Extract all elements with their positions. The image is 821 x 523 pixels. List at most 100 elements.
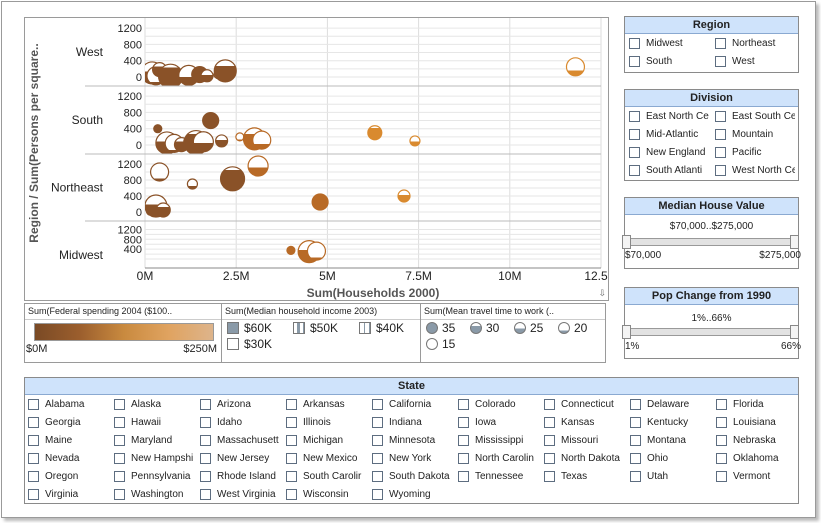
state-checkbox-kentucky[interactable]: Kentucky (630, 417, 713, 428)
state-checkbox-iowa[interactable]: Iowa (458, 417, 541, 428)
checkbox-box[interactable] (28, 417, 39, 428)
checkbox-box[interactable] (372, 453, 383, 464)
checkbox-box[interactable] (114, 399, 125, 410)
checkbox-box[interactable] (544, 471, 555, 482)
state-checkbox-michigan[interactable]: Michigan (286, 435, 369, 446)
checkbox-box[interactable] (200, 399, 211, 410)
state-checkbox-nebraska[interactable]: Nebraska (716, 435, 799, 446)
checkbox-box[interactable] (458, 471, 469, 482)
division-checkbox-east-south-ce[interactable]: East South Ce (715, 111, 795, 122)
state-checkbox-massachusett[interactable]: Massachusett (200, 435, 283, 446)
checkbox-box[interactable] (200, 489, 211, 500)
scatter-chart[interactable]: Region / Sum(Persons per square.. West 120… (24, 17, 618, 301)
house-value-slider-track[interactable] (627, 238, 796, 246)
checkbox-box[interactable] (629, 111, 640, 122)
checkbox-box[interactable] (458, 399, 469, 410)
state-checkbox-maine[interactable]: Maine (28, 435, 111, 446)
state-checkbox-hawaii[interactable]: Hawaii (114, 417, 197, 428)
checkbox-box[interactable] (372, 489, 383, 500)
division-checkbox-south-atlanti[interactable]: South Atlanti (629, 165, 709, 176)
state-checkbox-new-york[interactable]: New York (372, 453, 455, 464)
checkbox-box[interactable] (629, 38, 640, 49)
checkbox-box[interactable] (544, 417, 555, 428)
state-checkbox-oklahoma[interactable]: Oklahoma (716, 453, 799, 464)
checkbox-box[interactable] (372, 399, 383, 410)
checkbox-box[interactable] (286, 489, 297, 500)
checkbox-box[interactable] (629, 56, 640, 67)
checkbox-box[interactable] (715, 147, 726, 158)
state-checkbox-north-carolin[interactable]: North Carolin (458, 453, 541, 464)
state-checkbox-texas[interactable]: Texas (544, 471, 627, 482)
state-checkbox-delaware[interactable]: Delaware (630, 399, 713, 410)
state-checkbox-georgia[interactable]: Georgia (28, 417, 111, 428)
checkbox-box[interactable] (286, 399, 297, 410)
state-checkbox-arizona[interactable]: Arizona (200, 399, 283, 410)
checkbox-box[interactable] (715, 129, 726, 140)
state-checkbox-maryland[interactable]: Maryland (114, 435, 197, 446)
checkbox-box[interactable] (200, 471, 211, 482)
checkbox-box[interactable] (630, 453, 641, 464)
checkbox-box[interactable] (715, 56, 726, 67)
region-checkbox-northeast[interactable]: Northeast (715, 38, 797, 49)
checkbox-box[interactable] (544, 399, 555, 410)
state-checkbox-indiana[interactable]: Indiana (372, 417, 455, 428)
division-checkbox-west-north-ce[interactable]: West North Ce (715, 165, 795, 176)
state-checkbox-wyoming[interactable]: Wyoming (372, 489, 455, 500)
chart-svg[interactable]: Region / Sum(Persons per square.. West 120… (25, 18, 618, 300)
checkbox-box[interactable] (28, 435, 39, 446)
checkbox-box[interactable] (28, 489, 39, 500)
checkbox-box[interactable] (286, 471, 297, 482)
state-checkbox-washington[interactable]: Washington (114, 489, 197, 500)
state-checkbox-minnesota[interactable]: Minnesota (372, 435, 455, 446)
state-checkbox-rhode-island[interactable]: Rhode Island (200, 471, 283, 482)
state-checkbox-nevada[interactable]: Nevada (28, 453, 111, 464)
state-checkbox-louisiana[interactable]: Louisiana (716, 417, 799, 428)
checkbox-box[interactable] (715, 165, 726, 176)
checkbox-box[interactable] (544, 435, 555, 446)
state-checkbox-vermont[interactable]: Vermont (716, 471, 799, 482)
checkbox-box[interactable] (630, 471, 641, 482)
checkbox-box[interactable] (629, 129, 640, 140)
checkbox-box[interactable] (286, 453, 297, 464)
state-checkbox-idaho[interactable]: Idaho (200, 417, 283, 428)
checkbox-box[interactable] (372, 417, 383, 428)
checkbox-box[interactable] (28, 471, 39, 482)
checkbox-box[interactable] (114, 453, 125, 464)
state-checkbox-new-hampshi[interactable]: New Hampshi (114, 453, 197, 464)
state-checkbox-south-dakota[interactable]: South Dakota (372, 471, 455, 482)
checkbox-box[interactable] (630, 435, 641, 446)
checkbox-box[interactable] (716, 435, 727, 446)
state-checkbox-new-jersey[interactable]: New Jersey (200, 453, 283, 464)
state-checkbox-virginia[interactable]: Virginia (28, 489, 111, 500)
checkbox-box[interactable] (630, 417, 641, 428)
checkbox-box[interactable] (28, 399, 39, 410)
state-checkbox-new-mexico[interactable]: New Mexico (286, 453, 369, 464)
checkbox-box[interactable] (716, 453, 727, 464)
checkbox-box[interactable] (200, 435, 211, 446)
checkbox-box[interactable] (544, 453, 555, 464)
pop-change-min-handle[interactable] (622, 325, 631, 339)
checkbox-box[interactable] (715, 38, 726, 49)
division-checkbox-pacific[interactable]: Pacific (715, 147, 795, 158)
checkbox-box[interactable] (715, 111, 726, 122)
checkbox-box[interactable] (114, 417, 125, 428)
checkbox-box[interactable] (200, 453, 211, 464)
checkbox-box[interactable] (716, 417, 727, 428)
checkbox-box[interactable] (716, 471, 727, 482)
state-checkbox-tennessee[interactable]: Tennessee (458, 471, 541, 482)
region-checkbox-midwest[interactable]: Midwest (629, 38, 711, 49)
pop-change-slider-track[interactable] (627, 328, 796, 336)
checkbox-box[interactable] (630, 399, 641, 410)
checkbox-box[interactable] (286, 417, 297, 428)
checkbox-box[interactable] (458, 417, 469, 428)
state-checkbox-mississippi[interactable]: Mississippi (458, 435, 541, 446)
state-checkbox-arkansas[interactable]: Arkansas (286, 399, 369, 410)
checkbox-box[interactable] (114, 489, 125, 500)
house-value-min-handle[interactable] (622, 235, 631, 249)
state-checkbox-florida[interactable]: Florida (716, 399, 799, 410)
checkbox-box[interactable] (629, 165, 640, 176)
checkbox-box[interactable] (372, 435, 383, 446)
region-checkbox-west[interactable]: West (715, 56, 797, 67)
state-checkbox-kansas[interactable]: Kansas (544, 417, 627, 428)
checkbox-box[interactable] (28, 453, 39, 464)
